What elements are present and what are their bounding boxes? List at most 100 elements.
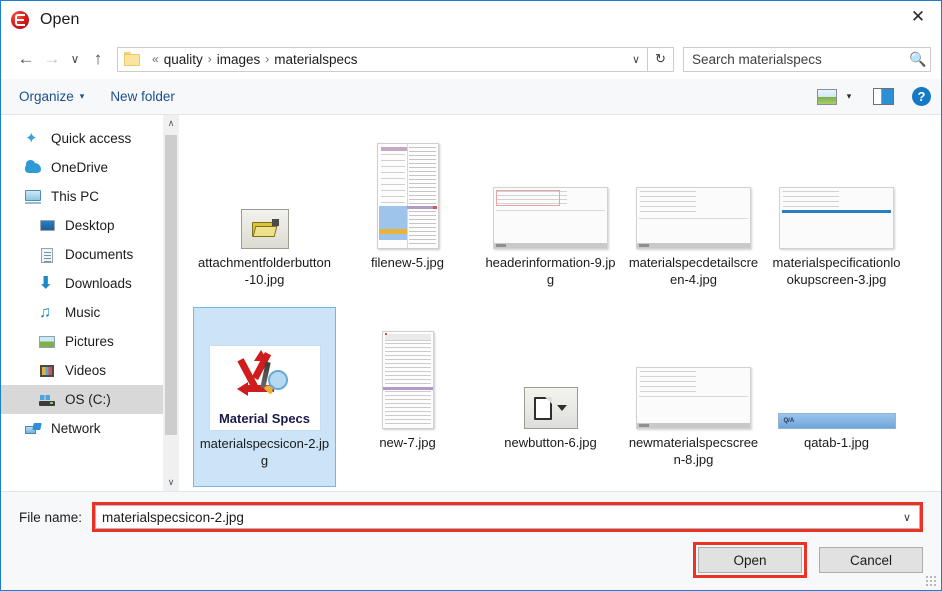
screen-new-thumb <box>636 367 751 429</box>
sidebar-item-label: OneDrive <box>51 160 109 175</box>
new-button-thumb <box>523 387 578 429</box>
chevron-down-icon[interactable]: ▾ <box>839 91 859 102</box>
thumb-caption: Material Specs <box>218 411 311 426</box>
network-icon <box>25 421 42 437</box>
navigation-pane: ✦ Quick access OneDrive This PC Desktop … <box>1 115 179 491</box>
file-name-label: materialspecificationlookupscreen-3.jpg <box>772 255 901 287</box>
folder-icon <box>124 52 141 66</box>
file-item-attachmentfolderbutton[interactable]: attachmentfolderbutton-10.jpg <box>193 127 336 307</box>
chevron-down-icon: ▾ <box>79 91 85 101</box>
breadcrumb-item-images[interactable]: images <box>217 52 261 67</box>
file-item-materialspecificationlookupscreen[interactable]: materialspecificationlookupscreen-3.jpg <box>765 127 908 307</box>
desktop-icon <box>39 218 56 234</box>
new-folder-button[interactable]: New folder <box>110 89 175 104</box>
refresh-button[interactable]: ↻ <box>648 46 674 72</box>
sidebar-item-label: Pictures <box>65 334 114 349</box>
open-button-highlight-annotation: Open <box>693 542 807 578</box>
back-button[interactable]: ← <box>13 46 39 72</box>
scroll-down-icon[interactable]: ∨ <box>163 474 179 491</box>
file-item-materialspecsicon[interactable]: Material Specs materialspecsicon-2.jpg <box>193 307 336 487</box>
search-icon: 🔍 <box>909 50 927 67</box>
file-name-label-text: File name: <box>19 509 83 525</box>
scrollbar-thumb[interactable] <box>165 135 177 435</box>
new-folder-label: New folder <box>110 89 175 104</box>
organize-button[interactable]: Organize ▾ <box>19 89 84 104</box>
file-item-materialspecdetailscreen[interactable]: materialspecdetailscreen-4.jpg <box>622 127 765 307</box>
dialog-buttons: Open Cancel <box>19 542 923 578</box>
cancel-button[interactable]: Cancel <box>819 547 923 573</box>
cloud-icon <box>25 159 42 176</box>
sidebar-item-onedrive[interactable]: OneDrive <box>1 153 179 182</box>
file-name-label: newmaterialspecscreen-8.jpg <box>628 435 759 467</box>
scroll-up-icon[interactable]: ∧ <box>163 115 179 132</box>
material-specs-icon-thumb: Material Specs <box>209 346 320 430</box>
breadcrumb-overflow[interactable]: « <box>147 52 164 66</box>
qa-tab-label: Q/A <box>783 418 795 424</box>
recent-locations-button[interactable]: ∨ <box>65 46 85 72</box>
open-button[interactable]: Open <box>698 547 802 573</box>
sidebar-item-downloads[interactable]: ⬇ Downloads <box>1 269 179 298</box>
change-view-icon[interactable] <box>817 88 837 105</box>
star-icon: ✦ <box>25 129 38 147</box>
command-bar: Organize ▾ New folder ▾ ? <box>1 79 941 115</box>
preview-pane-icon[interactable] <box>873 88 894 105</box>
document-list-thumb <box>376 143 439 249</box>
file-name-label: materialspecdetailscreen-4.jpg <box>628 255 759 287</box>
file-name-label: qatab-1.jpg <box>803 435 870 450</box>
sidebar-item-music[interactable]: ♫ Music <box>1 298 179 327</box>
file-item-filenew[interactable]: filenew-5.jpg <box>336 127 479 307</box>
chevron-down-icon[interactable]: ∨ <box>895 511 919 524</box>
file-name-input[interactable] <box>96 509 895 525</box>
computer-icon <box>25 189 42 205</box>
file-list: attachmentfolderbutton-10.jpg filenew-5.… <box>179 115 941 491</box>
close-icon[interactable]: ✕ <box>895 1 941 32</box>
help-icon[interactable]: ? <box>912 87 931 106</box>
sidebar-item-documents[interactable]: Documents <box>1 240 179 269</box>
dialog-body: ✦ Quick access OneDrive This PC Desktop … <box>1 115 941 492</box>
file-name-row: File name: ∨ <box>19 502 923 532</box>
search-input[interactable] <box>684 51 906 67</box>
breadcrumb-item-materialspecs[interactable]: materialspecs <box>274 52 357 67</box>
file-item-new[interactable]: new-7.jpg <box>336 307 479 487</box>
document-narrow-thumb <box>381 331 434 429</box>
file-item-headerinformation[interactable]: headerinformation-9.jpg <box>479 127 622 307</box>
sidebar-item-desktop[interactable]: Desktop <box>1 211 179 240</box>
sidebar-item-label: OS (C:) <box>65 392 111 407</box>
file-name-label: materialspecsicon-2.jpg <box>199 436 330 468</box>
breadcrumb-item-quality[interactable]: quality <box>164 52 203 67</box>
music-icon: ♫ <box>39 303 51 321</box>
file-name-label: headerinformation-9.jpg <box>485 255 616 287</box>
sidebar-item-videos[interactable]: Videos <box>1 356 179 385</box>
up-button[interactable]: ↑ <box>85 46 111 72</box>
file-name-field[interactable]: ∨ <box>95 505 920 529</box>
organize-label: Organize <box>19 89 74 104</box>
sidebar-item-pictures[interactable]: Pictures <box>1 327 179 356</box>
file-item-qatab[interactable]: Q/A qatab-1.jpg <box>765 307 908 487</box>
file-item-newbutton[interactable]: newbutton-6.jpg <box>479 307 622 487</box>
resize-grip-icon[interactable] <box>925 575 937 587</box>
sidebar-item-os-c[interactable]: OS (C:) <box>1 385 179 414</box>
screen-detail-thumb <box>636 187 751 249</box>
downloads-icon: ⬇ <box>39 274 53 292</box>
sidebar-item-label: Videos <box>65 363 107 378</box>
folder-button-thumb <box>240 209 289 249</box>
sidebar-item-label: This PC <box>51 189 100 204</box>
sidebar-item-this-pc[interactable]: This PC <box>1 182 179 211</box>
search-box[interactable]: 🔍 <box>683 46 931 72</box>
sidebar-scrollbar[interactable]: ∧ ∨ <box>163 115 179 491</box>
file-row: Material Specs materialspecsicon-2.jpg n… <box>193 307 935 487</box>
sidebar-item-label: Music <box>65 305 101 320</box>
sidebar-item-quick-access[interactable]: ✦ Quick access <box>1 124 179 153</box>
sidebar-item-label: Quick access <box>51 131 132 146</box>
sidebar-item-network[interactable]: Network <box>1 414 179 443</box>
chevron-down-icon[interactable]: ∨ <box>625 48 647 71</box>
pictures-icon <box>39 334 56 350</box>
file-row: attachmentfolderbutton-10.jpg filenew-5.… <box>193 127 935 307</box>
breadcrumb[interactable]: « quality › images › materialspecs ∨ <box>117 46 648 72</box>
file-name-highlight-annotation: ∨ <box>92 502 923 532</box>
forward-button: → <box>43 49 61 68</box>
breadcrumb-separator: › <box>207 52 212 66</box>
qa-tab-thumb: Q/A <box>777 413 896 429</box>
file-item-newmaterialspecscreen[interactable]: newmaterialspecscreen-8.jpg <box>622 307 765 487</box>
file-name-label: filenew-5.jpg <box>371 255 444 270</box>
